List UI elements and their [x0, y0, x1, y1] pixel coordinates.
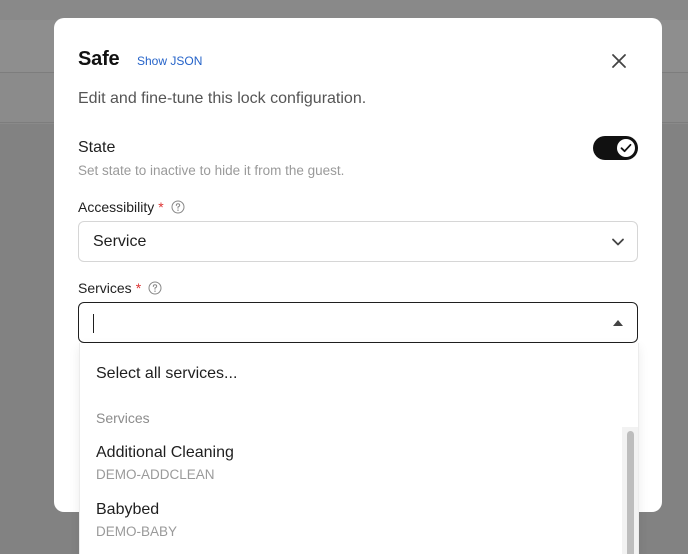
check-icon — [620, 143, 632, 153]
toggle-knob — [617, 139, 635, 157]
close-icon — [612, 54, 626, 68]
state-help-text: Set state to inactive to hide it from th… — [78, 163, 345, 178]
question-circle-icon[interactable] — [171, 200, 185, 214]
required-marker: * — [135, 280, 142, 296]
question-circle-icon[interactable] — [148, 281, 162, 295]
service-option-code: DEMO-ADDCLEAN — [96, 467, 215, 482]
accessibility-label: Accessibility * — [78, 199, 185, 215]
service-option-name: Additional Cleaning — [96, 444, 234, 461]
services-search-input[interactable] — [78, 302, 638, 343]
service-option-code: DEMO-BABY — [96, 524, 178, 539]
dropdown-scrollbar[interactable] — [622, 427, 638, 554]
text-caret — [93, 314, 94, 333]
app-background-top — [0, 0, 688, 20]
caret-up-icon[interactable] — [613, 320, 623, 326]
accessibility-selected-value: Service — [93, 233, 147, 250]
service-option-name: Babybed — [96, 501, 160, 518]
select-all-services-option[interactable]: Select all services... — [96, 365, 237, 383]
chevron-down-icon — [612, 238, 624, 246]
service-option[interactable]: Additional Cleaning DEMO-ADDCLEAN — [96, 444, 234, 482]
dropdown-group-header: Services — [96, 410, 150, 426]
modal-title: Safe — [78, 48, 120, 70]
close-button[interactable] — [609, 51, 629, 71]
service-option[interactable]: Babybed DEMO-BABY — [96, 501, 177, 539]
show-json-link[interactable]: Show JSON — [137, 54, 202, 68]
scrollbar-thumb[interactable] — [627, 431, 634, 554]
state-label: State — [78, 139, 116, 156]
modal-subtitle: Edit and fine-tune this lock configurati… — [78, 90, 367, 107]
state-toggle[interactable] — [593, 136, 638, 160]
required-marker: * — [158, 199, 164, 215]
services-label: Services * — [78, 280, 162, 296]
accessibility-select[interactable]: Service — [78, 221, 638, 262]
services-dropdown: Select all services... Services Addition… — [79, 343, 639, 554]
accessibility-label-text: Accessibility — [78, 199, 155, 215]
services-label-text: Services — [78, 280, 132, 296]
